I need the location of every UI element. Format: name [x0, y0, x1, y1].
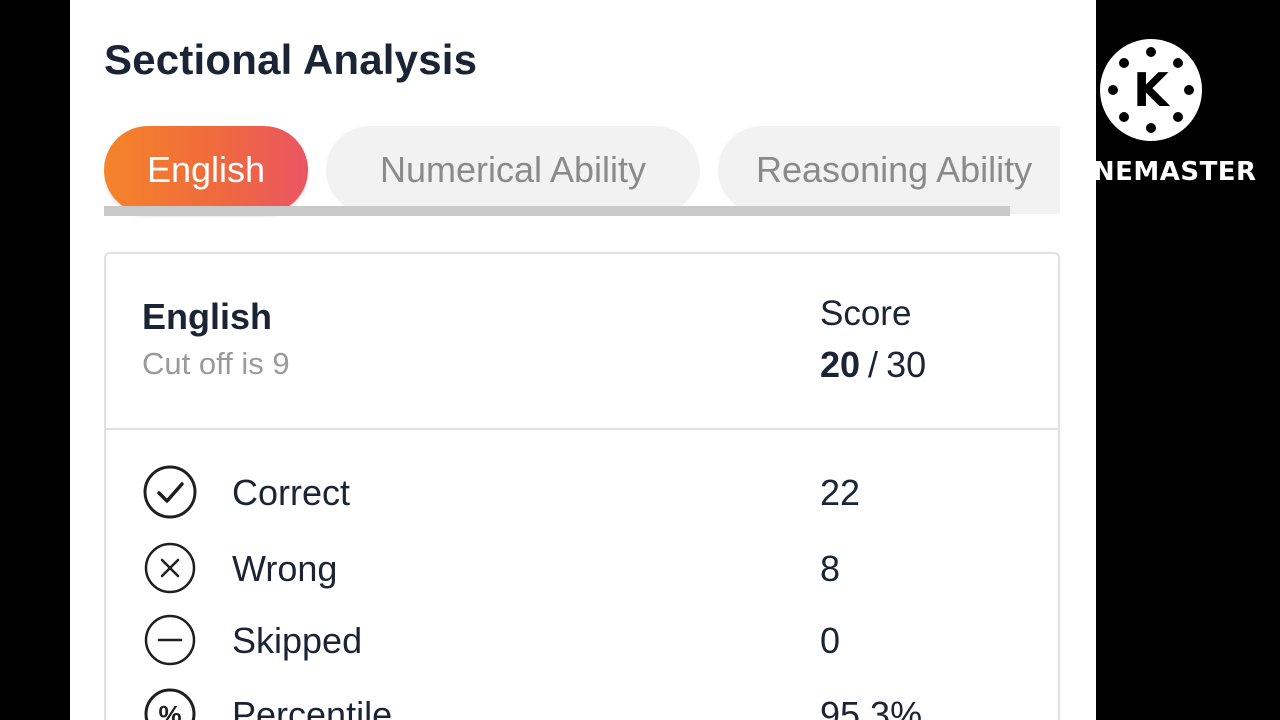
stat-row-skipped: Skipped 0: [106, 610, 1058, 670]
check-circle-icon: [143, 465, 197, 519]
stat-label: Percentile: [232, 694, 393, 720]
cutoff-text: Cut off is 9: [142, 346, 290, 381]
tabs-scrollbar[interactable]: [104, 206, 1010, 216]
tab-english[interactable]: English: [104, 126, 308, 214]
tab-reasoning-ability[interactable]: Reasoning Ability: [718, 126, 1060, 214]
app-screen: Sectional Analysis English Numerical Abi…: [70, 0, 1096, 720]
stat-label: Wrong: [232, 548, 338, 589]
stat-value: 8: [820, 548, 841, 589]
score-separator: /: [868, 344, 879, 385]
stat-row-percentile: % Percentile 95.3%: [106, 684, 1058, 720]
section-tabs: English Numerical Ability Reasoning Abil…: [104, 126, 1060, 218]
tab-numerical-ability[interactable]: Numerical Ability: [326, 126, 700, 214]
stat-row-correct: Correct 22: [106, 462, 1058, 522]
video-frame: Sectional Analysis English Numerical Abi…: [0, 0, 1280, 720]
score-obtained: 20: [820, 344, 861, 385]
page-title: Sectional Analysis: [104, 36, 478, 83]
x-circle-icon: [144, 542, 196, 594]
score-total: 30: [886, 344, 927, 385]
stat-label: Skipped: [232, 620, 363, 661]
section-card: English Cut off is 9 Score 20/30 Correct…: [104, 252, 1060, 720]
score-value: 20/30: [820, 344, 926, 386]
percent-circle-icon: %: [144, 688, 196, 720]
stat-row-wrong: Wrong 8: [106, 538, 1058, 598]
score-label: Score: [820, 294, 912, 333]
section-name: English: [142, 296, 273, 337]
minus-circle-icon: [144, 614, 196, 666]
stat-value: 95.3%: [820, 694, 923, 720]
stat-value: 0: [820, 620, 841, 661]
stat-label: Correct: [232, 472, 351, 513]
svg-text:%: %: [158, 700, 181, 720]
stat-value: 22: [820, 472, 861, 513]
kinemaster-logo-icon: K: [1100, 39, 1202, 141]
kinemaster-watermark-text: KINEMASTER: [1062, 157, 1257, 187]
section-card-header: English Cut off is 9 Score 20/30: [106, 254, 1058, 430]
svg-text:K: K: [1133, 63, 1171, 117]
